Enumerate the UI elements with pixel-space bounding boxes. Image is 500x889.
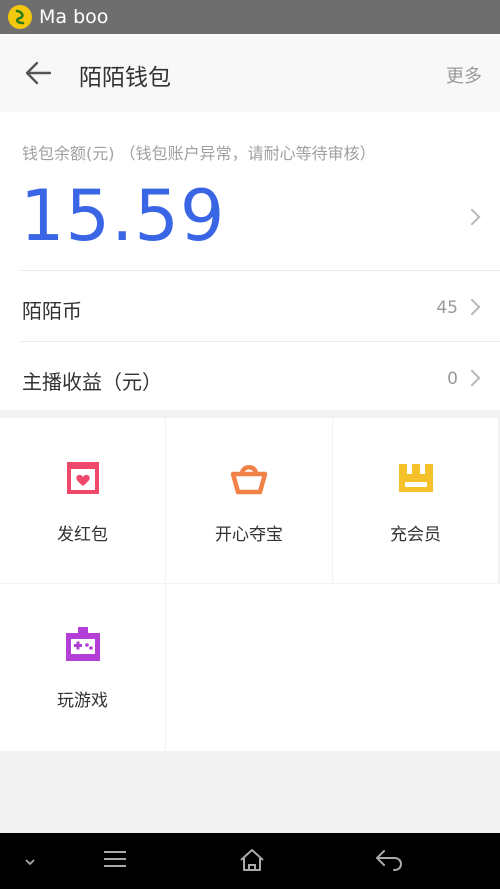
balance-value: 15.59 (20, 175, 226, 257)
grid-item-label: 充会员 (390, 525, 441, 545)
row-label: 主播收益（元） (22, 370, 162, 394)
menu-icon[interactable] (102, 847, 128, 875)
chevron-down-icon[interactable] (22, 853, 38, 872)
grid-item-red-envelope[interactable]: 发红包 (0, 418, 165, 583)
chevron-right-icon (463, 208, 481, 226)
game-controller-icon (63, 624, 103, 664)
balance-row[interactable]: 钱包余额(元) （钱包账户异常，请耐心等待审核） 15.59 (0, 112, 500, 270)
back-arrow-icon[interactable] (24, 60, 52, 86)
grid-item-label: 发红包 (57, 525, 108, 545)
row-anchor-earnings[interactable]: 主播收益（元） 0 (0, 342, 500, 410)
gold-ingot-icon (229, 458, 269, 498)
page-title: 陌陌钱包 (79, 65, 171, 91)
balance-label: 钱包余额(元) （钱包账户异常，请耐心等待审核） (22, 144, 376, 163)
chevron-right-icon (463, 369, 481, 387)
row-momo-coins[interactable]: 陌陌币 45 (0, 271, 500, 341)
grid-item-lucky-draw[interactable]: 开心夺宝 (166, 418, 332, 583)
row-value: 45 (436, 298, 458, 318)
grid-item-label: 开心夺宝 (215, 525, 283, 545)
chevron-right-icon (463, 298, 481, 316)
app-name: Ma boo (39, 6, 109, 28)
row-value: 0 (447, 369, 458, 389)
home-icon[interactable] (238, 847, 266, 877)
status-bar: Ma boo (0, 0, 500, 34)
app-icon (8, 5, 32, 29)
system-nav-bar (0, 833, 500, 889)
header: 陌陌钱包 更多 (0, 34, 500, 112)
grid-item-games[interactable]: 玩游戏 (0, 584, 165, 751)
row-label: 陌陌币 (22, 299, 82, 323)
grid-item-membership[interactable]: 充会员 (333, 418, 498, 583)
crown-icon (396, 458, 436, 498)
back-icon[interactable] (374, 847, 404, 877)
wallet-card: 钱包余额(元) （钱包账户异常，请耐心等待审核） 15.59 陌陌币 45 主播… (0, 112, 500, 410)
more-button[interactable]: 更多 (446, 62, 482, 88)
grid-empty-cell (166, 584, 500, 751)
red-envelope-icon (63, 458, 103, 498)
grid-item-label: 玩游戏 (57, 691, 108, 711)
feature-grid: 发红包 开心夺宝 充会员 玩游戏 (0, 418, 500, 751)
